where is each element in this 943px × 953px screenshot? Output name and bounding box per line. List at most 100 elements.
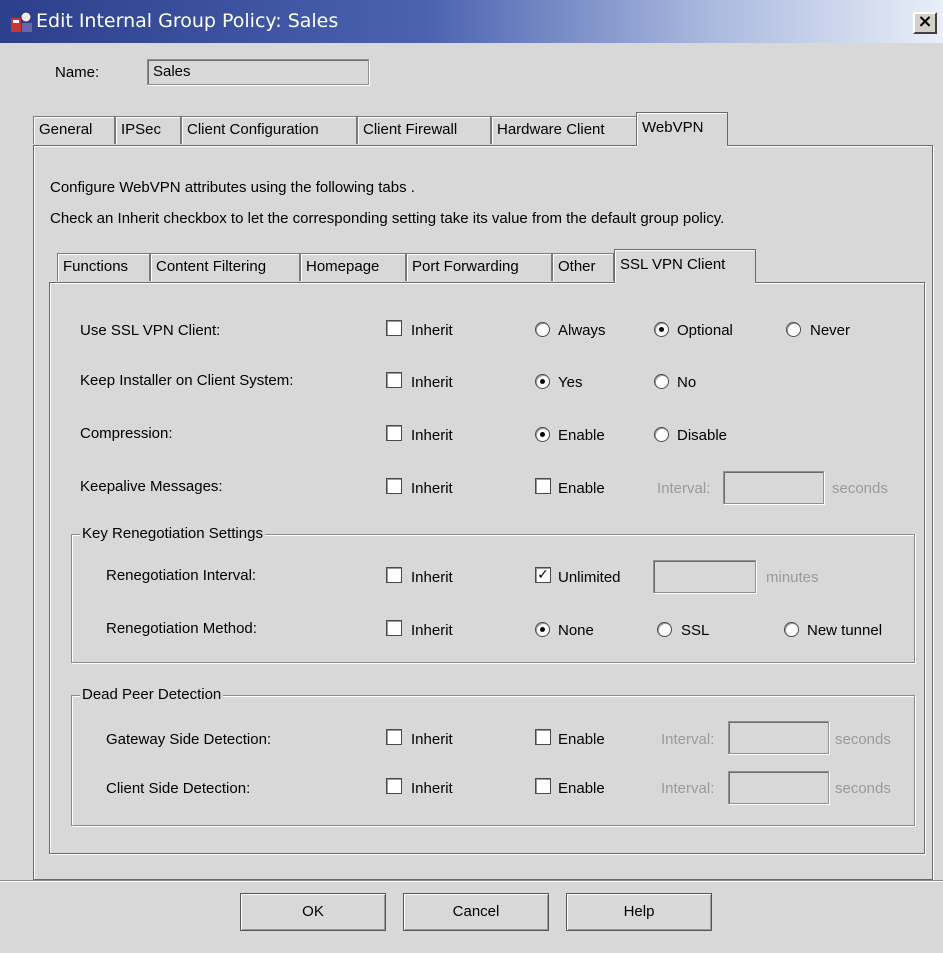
radio-selected-dot — [540, 379, 545, 384]
keepalive-inherit-label: Inherit — [411, 480, 453, 497]
reneg-method-inherit-label: Inherit — [411, 622, 453, 639]
dead-peer-detection-legend: Dead Peer Detection — [80, 686, 224, 704]
client-interval-label: Interval: — [661, 780, 715, 797]
tab-label: Client Configuration — [187, 121, 319, 138]
key-renegotiation-legend: Key Renegotiation Settings — [80, 525, 265, 543]
keep-installer-label: Keep Installer on Client System: — [80, 372, 294, 389]
dead-peer-detection-group — [71, 695, 915, 826]
use-ssl-optional-radio[interactable] — [654, 322, 669, 337]
compression-enable-label: Enable — [558, 427, 605, 444]
reneg-method-none-radio[interactable] — [535, 622, 550, 637]
gateway-interval-unit: seconds — [835, 731, 891, 748]
tab-label: Other — [558, 258, 596, 275]
use-ssl-inherit-checkbox[interactable] — [386, 320, 402, 336]
use-ssl-optional-label: Optional — [677, 322, 733, 339]
keepalive-interval-input[interactable] — [723, 471, 824, 504]
use-ssl-label: Use SSL VPN Client: — [80, 322, 221, 339]
gateway-detection-label: Gateway Side Detection: — [106, 731, 272, 748]
help-button[interactable]: Help — [566, 893, 712, 931]
reneg-unlimited-checkbox[interactable]: ✓ — [535, 567, 551, 583]
tab-other[interactable]: Other — [552, 253, 614, 281]
keep-installer-inherit-checkbox[interactable] — [386, 372, 402, 388]
tab-hardware-client[interactable]: Hardware Client — [491, 116, 637, 144]
radio-selected-dot — [540, 627, 545, 632]
tab-label: Functions — [63, 258, 129, 275]
tab-ipsec[interactable]: IPSec — [115, 116, 181, 144]
keepalive-unit-label: seconds — [832, 480, 888, 497]
keepalive-enable-label: Enable — [558, 480, 605, 497]
tab-ssl-vpn-client[interactable]: SSL VPN Client — [614, 249, 756, 283]
tab-homepage[interactable]: Homepage — [300, 253, 406, 281]
active-tab-join — [637, 145, 727, 147]
keepalive-enable-checkbox[interactable] — [535, 478, 551, 494]
client-interval-unit: seconds — [835, 780, 891, 797]
tab-label: Content Filtering — [156, 258, 267, 275]
client-detection-label: Client Side Detection: — [106, 780, 251, 797]
tab-port-forwarding[interactable]: Port Forwarding — [406, 253, 552, 281]
tab-client-firewall[interactable]: Client Firewall — [357, 116, 491, 144]
tab-label: IPSec — [121, 121, 162, 138]
app-icon — [11, 11, 32, 32]
info-line-1: Configure WebVPN attributes using the fo… — [50, 179, 415, 196]
ok-button-label: OK — [302, 903, 324, 920]
client-inherit-label: Inherit — [411, 780, 453, 797]
keepalive-inherit-checkbox[interactable] — [386, 478, 402, 494]
tab-label: Client Firewall — [363, 121, 458, 138]
close-icon: × — [917, 11, 933, 32]
use-ssl-always-radio[interactable] — [535, 322, 550, 337]
name-label: Name: — [55, 64, 100, 81]
close-button[interactable]: × — [913, 12, 937, 34]
compression-disable-label: Disable — [677, 427, 728, 444]
gateway-enable-checkbox[interactable] — [535, 729, 551, 745]
reneg-method-new-tunnel-label: New tunnel — [807, 622, 883, 639]
help-button-label: Help — [623, 903, 655, 920]
compression-inherit-checkbox[interactable] — [386, 425, 402, 441]
name-field[interactable]: Sales — [147, 59, 369, 85]
reneg-interval-label: Renegotiation Interval: — [106, 567, 257, 584]
reneg-method-label: Renegotiation Method: — [106, 620, 257, 637]
ok-button[interactable]: OK — [240, 893, 386, 931]
use-ssl-never-label: Never — [810, 322, 851, 339]
compression-disable-radio[interactable] — [654, 427, 669, 442]
keep-installer-no-label: No — [677, 374, 697, 391]
reneg-method-ssl-label: SSL — [681, 622, 710, 639]
name-value: Sales — [153, 63, 191, 80]
tab-label: WebVPN — [642, 119, 704, 136]
keep-installer-no-radio[interactable] — [654, 374, 669, 389]
gateway-inherit-checkbox[interactable] — [386, 729, 402, 745]
tab-label: Hardware Client — [497, 121, 605, 138]
compression-enable-radio[interactable] — [535, 427, 550, 442]
client-interval-input[interactable] — [728, 771, 829, 804]
tab-client-configuration[interactable]: Client Configuration — [181, 116, 357, 144]
keep-installer-yes-radio[interactable] — [535, 374, 550, 389]
client-enable-label: Enable — [558, 780, 605, 797]
reneg-method-inherit-checkbox[interactable] — [386, 620, 402, 636]
compression-inherit-label: Inherit — [411, 427, 453, 444]
check-mark-icon: ✓ — [537, 566, 549, 582]
gateway-enable-label: Enable — [558, 731, 605, 748]
cancel-button[interactable]: Cancel — [403, 893, 549, 931]
tab-content-filtering[interactable]: Content Filtering — [150, 253, 300, 281]
client-inherit-checkbox[interactable] — [386, 778, 402, 794]
tab-label: Port Forwarding — [412, 258, 519, 275]
tab-webvpn[interactable]: WebVPN — [636, 112, 728, 146]
reneg-interval-input[interactable] — [653, 560, 756, 593]
tab-functions[interactable]: Functions — [57, 253, 150, 281]
gateway-interval-input[interactable] — [728, 721, 829, 754]
cancel-button-label: Cancel — [452, 903, 500, 920]
use-ssl-never-radio[interactable] — [786, 322, 801, 337]
reneg-interval-inherit-checkbox[interactable] — [386, 567, 402, 583]
keepalive-label: Keepalive Messages: — [80, 478, 223, 495]
window-title: Edit Internal Group Policy: Sales — [36, 10, 339, 32]
reneg-interval-unit: minutes — [766, 569, 819, 586]
reneg-method-new-tunnel-radio[interactable] — [784, 622, 799, 637]
active-tab-join — [615, 282, 755, 284]
keepalive-interval-label: Interval: — [657, 480, 711, 497]
client-enable-checkbox[interactable] — [535, 778, 551, 794]
tab-label: Homepage — [306, 258, 380, 275]
tab-general[interactable]: General — [33, 116, 115, 144]
tab-label: SSL VPN Client — [620, 256, 726, 273]
key-renegotiation-group — [71, 534, 915, 663]
use-ssl-inherit-label: Inherit — [411, 322, 453, 339]
reneg-method-ssl-radio[interactable] — [657, 622, 672, 637]
